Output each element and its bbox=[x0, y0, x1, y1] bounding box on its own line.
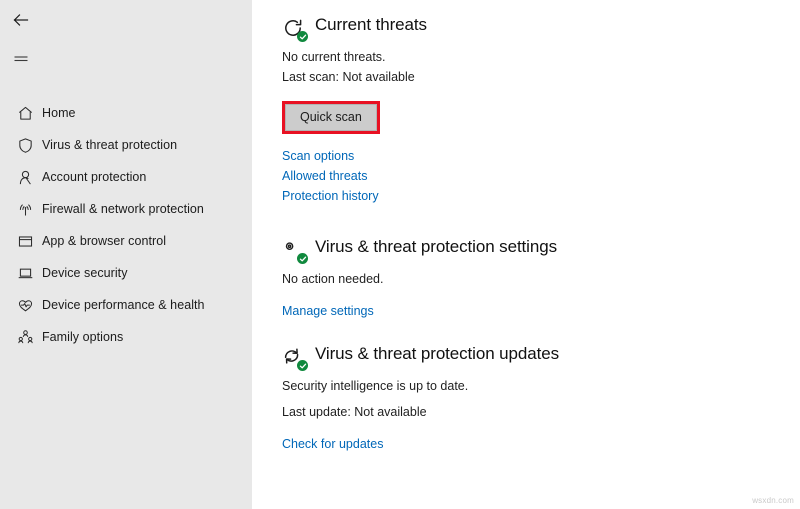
sidebar-item-label: App & browser control bbox=[42, 234, 167, 248]
section-body: No action needed. Manage settings bbox=[282, 270, 776, 321]
hamburger-menu-button[interactable] bbox=[0, 43, 42, 77]
navigation-sidebar: Home Virus & threat protection Account p… bbox=[0, 0, 252, 509]
gear-settings-icon bbox=[282, 239, 308, 264]
green-check-badge bbox=[297, 31, 308, 42]
section-protection-updates: Virus & threat protection updates Securi… bbox=[282, 343, 776, 454]
wifi-icon bbox=[8, 201, 42, 218]
sidebar-item-label: Home bbox=[42, 106, 76, 120]
window-icon bbox=[8, 233, 42, 250]
sidebar-item-firewall-network-protection[interactable]: Firewall & network protection bbox=[0, 193, 252, 225]
sidebar-top-controls bbox=[0, 3, 252, 77]
sidebar-item-virus-threat-protection[interactable]: Virus & threat protection bbox=[0, 129, 252, 161]
sidebar-item-label: Device security bbox=[42, 266, 128, 280]
section-header: Current threats bbox=[282, 14, 776, 42]
section-header: Virus & threat protection settings bbox=[282, 236, 776, 264]
last-scan-text: Last scan: Not available bbox=[282, 70, 415, 84]
laptop-icon bbox=[8, 265, 42, 282]
status-text: Security intelligence is up to date. bbox=[282, 379, 469, 393]
sidebar-item-device-performance-health[interactable]: Device performance & health bbox=[0, 289, 252, 321]
sidebar-item-label: Virus & threat protection bbox=[42, 138, 178, 152]
scan-shield-icon bbox=[282, 17, 308, 42]
heart-icon bbox=[8, 297, 42, 314]
settings-links: Manage settings bbox=[282, 301, 776, 321]
section-body: No current threats. Last scan: Not avail… bbox=[282, 48, 776, 206]
quick-scan-highlight: Quick scan bbox=[282, 101, 380, 134]
shield-icon bbox=[8, 137, 42, 154]
threat-links: Scan options Allowed threats Protection … bbox=[282, 146, 776, 206]
sidebar-item-account-protection[interactable]: Account protection bbox=[0, 161, 252, 193]
people-icon bbox=[8, 329, 42, 346]
sidebar-item-label: Device performance & health bbox=[42, 298, 205, 312]
sidebar-item-home[interactable]: Home bbox=[0, 97, 252, 129]
sidebar-item-label: Firewall & network protection bbox=[42, 202, 204, 216]
home-icon bbox=[8, 105, 42, 122]
quick-scan-button[interactable]: Quick scan bbox=[285, 104, 377, 131]
green-check-badge bbox=[297, 360, 308, 371]
main-content-area: Current threats No current threats. Last… bbox=[252, 0, 800, 509]
updates-links: Check for updates bbox=[282, 434, 776, 454]
section-title: Current threats bbox=[315, 15, 427, 34]
person-icon bbox=[8, 169, 42, 186]
manage-settings-link[interactable]: Manage settings bbox=[282, 301, 776, 321]
section-body: Security intelligence is up to date. Las… bbox=[282, 377, 776, 454]
allowed-threats-link[interactable]: Allowed threats bbox=[282, 166, 776, 186]
sidebar-item-label: Account protection bbox=[42, 170, 147, 184]
status-text: No current threats. bbox=[282, 50, 386, 64]
sidebar-item-device-security[interactable]: Device security bbox=[0, 257, 252, 289]
back-button[interactable] bbox=[0, 3, 42, 37]
scan-options-link[interactable]: Scan options bbox=[282, 146, 776, 166]
section-protection-settings: Virus & threat protection settings No ac… bbox=[282, 236, 776, 321]
status-text: No action needed. bbox=[282, 272, 384, 286]
green-check-badge bbox=[297, 253, 308, 264]
refresh-sync-icon bbox=[282, 346, 308, 371]
windows-security-window: Home Virus & threat protection Account p… bbox=[0, 0, 800, 509]
section-current-threats: Current threats No current threats. Last… bbox=[282, 14, 776, 206]
section-title: Virus & threat protection updates bbox=[315, 344, 559, 363]
watermark: wsxdn.com bbox=[752, 496, 794, 505]
section-header: Virus & threat protection updates bbox=[282, 343, 776, 371]
section-title: Virus & threat protection settings bbox=[315, 237, 557, 256]
sidebar-nav-list: Home Virus & threat protection Account p… bbox=[0, 97, 252, 353]
sidebar-item-app-browser-control[interactable]: App & browser control bbox=[0, 225, 252, 257]
protection-history-link[interactable]: Protection history bbox=[282, 186, 776, 206]
last-update-text: Last update: Not available bbox=[282, 405, 427, 419]
check-for-updates-link[interactable]: Check for updates bbox=[282, 434, 776, 454]
sidebar-item-label: Family options bbox=[42, 330, 124, 344]
sidebar-item-family-options[interactable]: Family options bbox=[0, 321, 252, 353]
